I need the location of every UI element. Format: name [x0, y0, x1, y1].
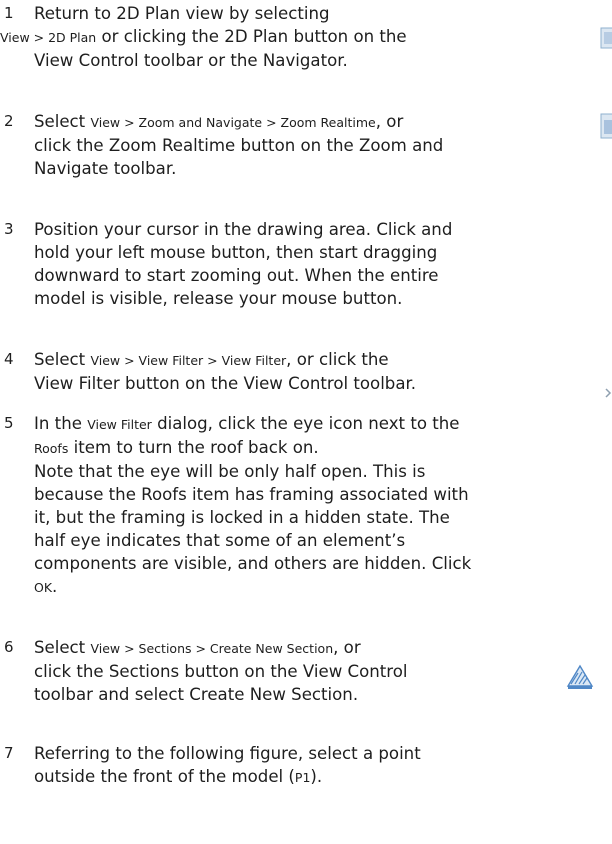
- text-run: View Filter button on the View Control t…: [34, 374, 417, 393]
- menu-path: View > 2D Plan: [0, 30, 97, 45]
- step-line: View Control toolbar or the Navigator.: [34, 49, 594, 72]
- step-line: hold your left mouse button, then start …: [34, 241, 594, 264]
- step-line: Referring to the following figure, selec…: [34, 742, 594, 765]
- text-run: , or click the: [286, 350, 389, 369]
- view-filter-icon: [605, 388, 612, 398]
- text-run: Select: [34, 638, 91, 657]
- step-body: Select View > View Filter > View Filter,…: [34, 348, 594, 395]
- step-line: OK.: [34, 575, 594, 599]
- step-body: Referring to the following figure, selec…: [34, 742, 594, 789]
- text-run: Select: [34, 350, 91, 369]
- step-line: Roofs item to turn the roof back on.: [34, 436, 594, 460]
- step-line: Select View > Sections > Create New Sect…: [34, 636, 594, 660]
- step-body: In the View Filter dialog, click the eye…: [34, 412, 594, 599]
- text-run: half eye indicates that some of an eleme…: [34, 531, 406, 550]
- step-line: Return to 2D Plan view by selecting: [34, 2, 594, 25]
- step-number: 2: [4, 112, 14, 130]
- step-line: Select View > View Filter > View Filter,…: [34, 348, 594, 372]
- step-body: Select View > Sections > Create New Sect…: [34, 636, 594, 706]
- step-line: toolbar and select Create New Section.: [34, 683, 594, 706]
- step-line: model is visible, release your mouse but…: [34, 287, 594, 310]
- step-body: Select View > Zoom and Navigate > Zoom R…: [34, 110, 594, 180]
- menu-path: Roofs: [34, 441, 69, 456]
- text-run: downward to start zooming out. When the …: [34, 266, 439, 285]
- text-run: .: [52, 577, 58, 596]
- step-line: View Filter button on the View Control t…: [34, 372, 594, 395]
- text-run: because the Roofs item has framing assoc…: [34, 485, 469, 504]
- step-line: click the Sections button on the View Co…: [34, 660, 594, 683]
- text-run: ).: [310, 767, 323, 786]
- text-run: it, but the framing is locked in a hidde…: [34, 508, 450, 527]
- text-run: , or: [333, 638, 361, 657]
- step-line: outside the front of the model (P1).: [34, 765, 594, 789]
- menu-path: View > View Filter > View Filter: [90, 353, 287, 368]
- text-run: Return to 2D Plan view by selecting: [34, 4, 330, 23]
- step-line: half eye indicates that some of an eleme…: [34, 529, 594, 552]
- step-line: Navigate toolbar.: [34, 157, 594, 180]
- text-run: click the Zoom Realtime button on the Zo…: [34, 136, 444, 155]
- text-run: toolbar and select Create New Section.: [34, 685, 359, 704]
- step-line: click the Zoom Realtime button on the Zo…: [34, 134, 594, 157]
- text-run: model is visible, release your mouse but…: [34, 289, 403, 308]
- text-run: Referring to the following figure, selec…: [34, 744, 421, 763]
- text-run: In the: [34, 414, 88, 433]
- step-number: 4: [4, 350, 14, 368]
- step-line: In the View Filter dialog, click the eye…: [34, 412, 594, 436]
- step-line: because the Roofs item has framing assoc…: [34, 483, 594, 506]
- text-run: or clicking the 2D Plan button on the: [96, 27, 407, 46]
- text-run: item to turn the roof back on.: [68, 438, 319, 457]
- text-run: Navigate toolbar.: [34, 159, 177, 178]
- step-number: 6: [4, 638, 14, 656]
- step-number: 1: [4, 4, 14, 22]
- step-line: Select View > Zoom and Navigate > Zoom R…: [34, 110, 594, 134]
- zoom-realtime-icon: [600, 113, 612, 139]
- menu-path: View > Sections > Create New Section: [90, 641, 334, 656]
- text-run: Select: [34, 112, 91, 131]
- step-number: 5: [4, 414, 14, 432]
- menu-path: View > Zoom and Navigate > Zoom Realtime: [90, 115, 376, 130]
- 2d-plan-icon: [600, 27, 612, 49]
- step-body: Return to 2D Plan view by selecting View…: [0, 2, 594, 72]
- text-run: outside the front of the model (: [34, 767, 295, 786]
- step-body: Position your cursor in the drawing area…: [34, 218, 594, 310]
- text-run: hold your left mouse button, then start …: [34, 243, 438, 262]
- instruction-page: 1 Return to 2D Plan view by selecting Vi…: [0, 0, 612, 844]
- step-number: 7: [4, 744, 14, 762]
- step-line: View > 2D Plan or clicking the 2D Plan b…: [0, 25, 594, 49]
- step-number: 3: [4, 220, 14, 238]
- menu-path: View Filter: [87, 417, 152, 432]
- step-line: downward to start zooming out. When the …: [34, 264, 594, 287]
- text-run: View Control toolbar or the Navigator.: [34, 51, 348, 70]
- step-line: Note that the eye will be only half open…: [34, 460, 594, 483]
- text-run: Note that the eye will be only half open…: [34, 462, 426, 481]
- menu-path: P1: [294, 770, 311, 785]
- step-line: it, but the framing is locked in a hidde…: [34, 506, 594, 529]
- menu-path: OK: [34, 580, 53, 595]
- text-run: Position your cursor in the drawing area…: [34, 220, 453, 239]
- step-line: Position your cursor in the drawing area…: [34, 218, 594, 241]
- text-run: , or: [375, 112, 404, 131]
- text-run: click the Sections button on the View Co…: [34, 662, 408, 681]
- text-run: dialog, click the eye icon next to the: [151, 414, 460, 433]
- step-line: components are visible, and others are h…: [34, 552, 594, 575]
- sections-icon: [566, 664, 594, 689]
- text-run: components are visible, and others are h…: [34, 554, 472, 573]
